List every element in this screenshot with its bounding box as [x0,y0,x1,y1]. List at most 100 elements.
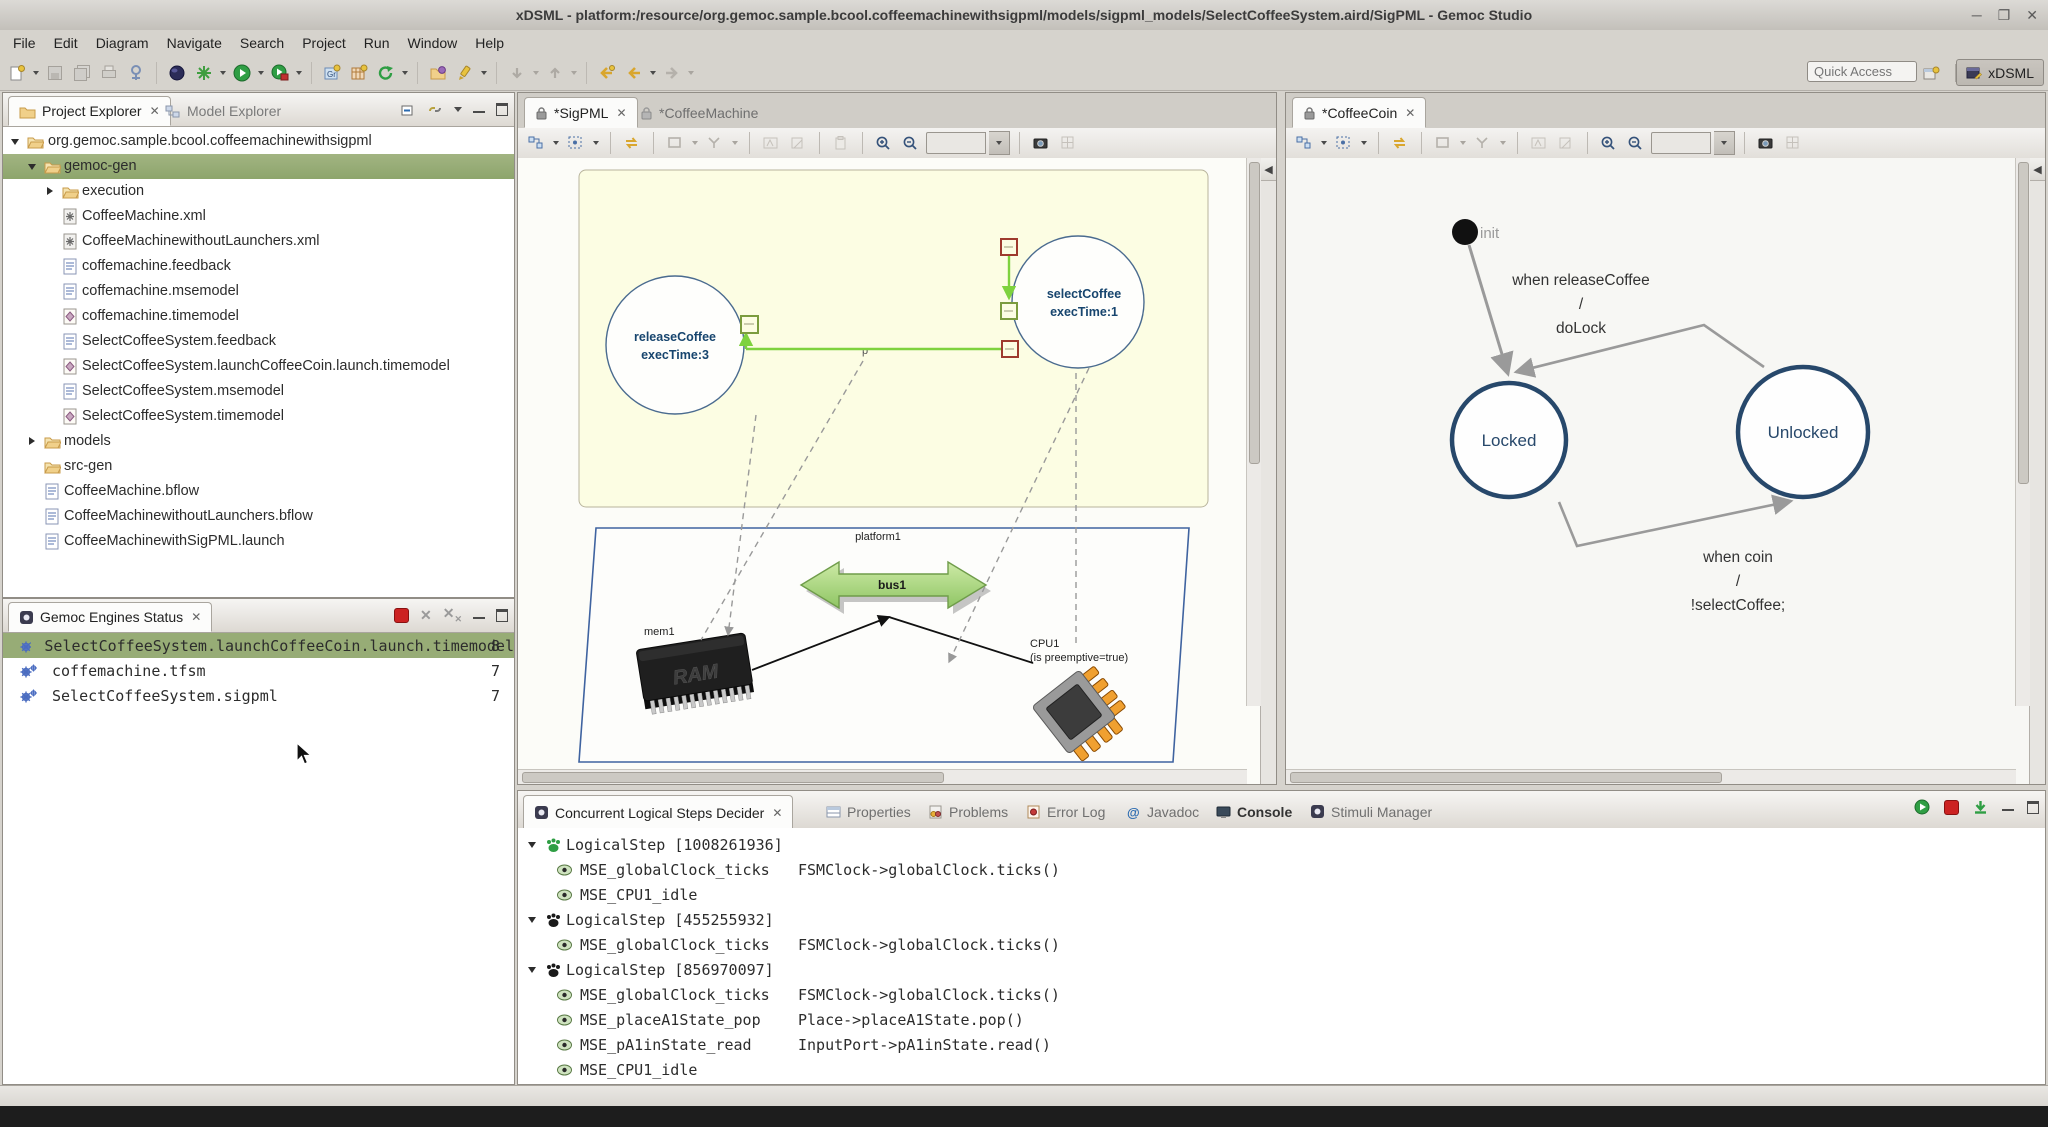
select-mode-icon[interactable] [1332,131,1356,155]
palette-collapse-icon[interactable]: ◀ [1261,158,1276,181]
select-coffee-agent[interactable] [1012,236,1144,368]
select-mode-caret[interactable] [593,141,599,145]
tree-row[interactable]: CoffeeMachinewithoutLaunchers.bflow [3,504,514,529]
maximize-view-icon[interactable] [496,103,508,116]
layout-caret[interactable] [553,141,559,145]
event-row[interactable]: MSE_globalClock_ticks FSMClock->globalCl… [518,933,2045,958]
logical-step-row[interactable]: LogicalStep [1008261936] [518,833,2045,858]
coffeecoin-canvas[interactable]: init when releaseCoffee / doLock when co… [1286,158,2045,784]
select-mode-caret[interactable] [1361,141,1367,145]
horizontal-scrollbar[interactable] [518,769,1247,784]
menu-file[interactable]: File [4,32,45,54]
tab-stimuli-manager[interactable]: Stimuli Manager [1300,795,1442,828]
tree-row[interactable]: SelectCoffeeSystem.msemodel [3,379,514,404]
back-caret[interactable] [650,71,656,75]
tree-row-selected[interactable]: gemoc-gen [3,154,514,179]
highlighter-icon[interactable] [452,60,478,86]
tree-row[interactable]: SelectCoffeeSystem.launchCoffeeCoin.laun… [3,354,514,379]
engines-status-close-icon[interactable]: ✕ [191,610,201,624]
back-icon[interactable] [621,60,647,86]
layout-icon[interactable] [524,131,548,155]
export-image-icon[interactable] [1029,131,1053,155]
tab-model-explorer[interactable]: Model Explorer [155,96,291,126]
stop-engine-icon[interactable] [394,608,409,623]
export-image-icon[interactable] [1754,131,1778,155]
logical-step-row[interactable]: LogicalStep [856970097] [518,958,2045,983]
vertical-scrollbar[interactable] [1246,158,1261,706]
vertical-scrollbar[interactable] [2015,158,2030,706]
collapse-all-icon[interactable] [400,102,416,117]
tab-error-log[interactable]: Error Log [1016,795,1115,828]
sigpml-canvas[interactable]: platform1 bus1 mem1 RAM [518,158,1276,784]
view-menu-icon[interactable] [454,107,462,112]
tab-console[interactable]: Console [1206,795,1302,828]
zoom-out-icon[interactable] [1624,131,1648,155]
external-tools-caret[interactable] [220,71,226,75]
run-caret[interactable] [258,71,264,75]
menu-project[interactable]: Project [293,32,355,54]
coffeecoin-tab-close-icon[interactable]: ✕ [1405,106,1415,120]
tab-coffeemachine[interactable]: *CoffeeMachine [630,97,768,128]
event-row[interactable]: MSE_CPU1_idle [518,883,2045,908]
tree-row[interactable]: SelectCoffeeSystem.feedback [3,329,514,354]
engine-row[interactable]: coffemachine.tfsm 7 [3,658,514,683]
event-row[interactable]: MSE_globalClock_ticks FSMClock->globalCl… [518,858,2045,883]
release-coffee-agent[interactable] [606,276,744,414]
save-icon[interactable] [42,60,68,86]
tree-row[interactable]: CoffeeMachinewithoutLaunchers.xml [3,229,514,254]
select-mode-icon[interactable] [564,131,588,155]
zoom-out-icon[interactable] [899,131,923,155]
tab-sigpml[interactable]: *SigPML ✕ [524,97,638,128]
new-wizard-caret[interactable] [33,71,39,75]
save-all-icon[interactable] [69,60,95,86]
minimize-view-icon[interactable] [473,111,485,116]
step-icon[interactable] [1972,799,1989,815]
anchor-icon[interactable] [123,60,149,86]
refresh-diagram-icon[interactable] [1388,131,1412,155]
new-wizard-icon[interactable] [4,60,30,86]
tab-engines-status[interactable]: Gemoc Engines Status ✕ [8,602,212,632]
open-perspective-icon[interactable] [1918,61,1944,87]
zoom-in-icon[interactable] [872,131,896,155]
tree-row[interactable]: CoffeeMachinewithSigPML.launch [3,529,514,554]
maximize-view-icon[interactable] [2027,801,2039,814]
new-model-icon[interactable]: Gr [319,60,345,86]
tree-row[interactable]: SelectCoffeeSystem.timemodel [3,404,514,429]
tree-row[interactable]: CoffeeMachine.xml [3,204,514,229]
minimize-view-icon[interactable] [2002,809,2014,814]
event-row[interactable]: MSE_placeA1State_pop Place->placeA1State… [518,1008,2045,1033]
transition-dolock[interactable] [1516,325,1764,372]
globe-icon[interactable] [164,60,190,86]
quick-access-input[interactable] [1807,61,1917,82]
tree-row[interactable]: src-gen [3,454,514,479]
profile-icon[interactable] [267,60,293,86]
tab-javadoc[interactable]: @ Javadoc [1116,795,1209,828]
tab-problems[interactable]: Problems [918,795,1018,828]
engine-row-selected[interactable]: SelectCoffeeSystem.launchCoffeeCoin.laun… [3,633,514,658]
engine-row[interactable]: SelectCoffeeSystem.sigpml 7 [3,683,514,708]
tree-row[interactable]: coffemachine.timemodel [3,304,514,329]
menu-run[interactable]: Run [355,32,399,54]
menu-edit[interactable]: Edit [45,32,87,54]
maximize-icon[interactable]: ❐ [1998,0,2011,30]
run-icon[interactable] [229,60,255,86]
init-transition[interactable] [1469,245,1508,374]
print-icon[interactable] [96,60,122,86]
zoom-in-icon[interactable] [1597,131,1621,155]
stop-icon[interactable] [1944,800,1959,815]
logical-step-row[interactable]: LogicalStep [455255932] [518,908,2045,933]
menu-navigate[interactable]: Navigate [158,32,231,54]
menu-help[interactable]: Help [466,32,513,54]
zoom-level-combo[interactable] [1651,132,1711,154]
xdsml-perspective-button[interactable]: xDSML [1956,59,2044,86]
tree-row[interactable]: org.gemoc.sample.bcool.coffeemachinewith… [3,129,514,154]
palette-collapse-icon[interactable]: ◀ [2030,158,2045,181]
tree-row[interactable]: coffemachine.msemodel [3,279,514,304]
tab-coffeecoin[interactable]: *CoffeeCoin ✕ [1292,97,1426,128]
tab-properties[interactable]: Properties [816,795,921,828]
minimize-icon[interactable]: ─ [1972,0,1982,30]
menu-window[interactable]: Window [398,32,466,54]
horizontal-scrollbar[interactable] [1286,769,2016,784]
tree-row[interactable]: models [3,429,514,454]
new-table-icon[interactable] [346,60,372,86]
